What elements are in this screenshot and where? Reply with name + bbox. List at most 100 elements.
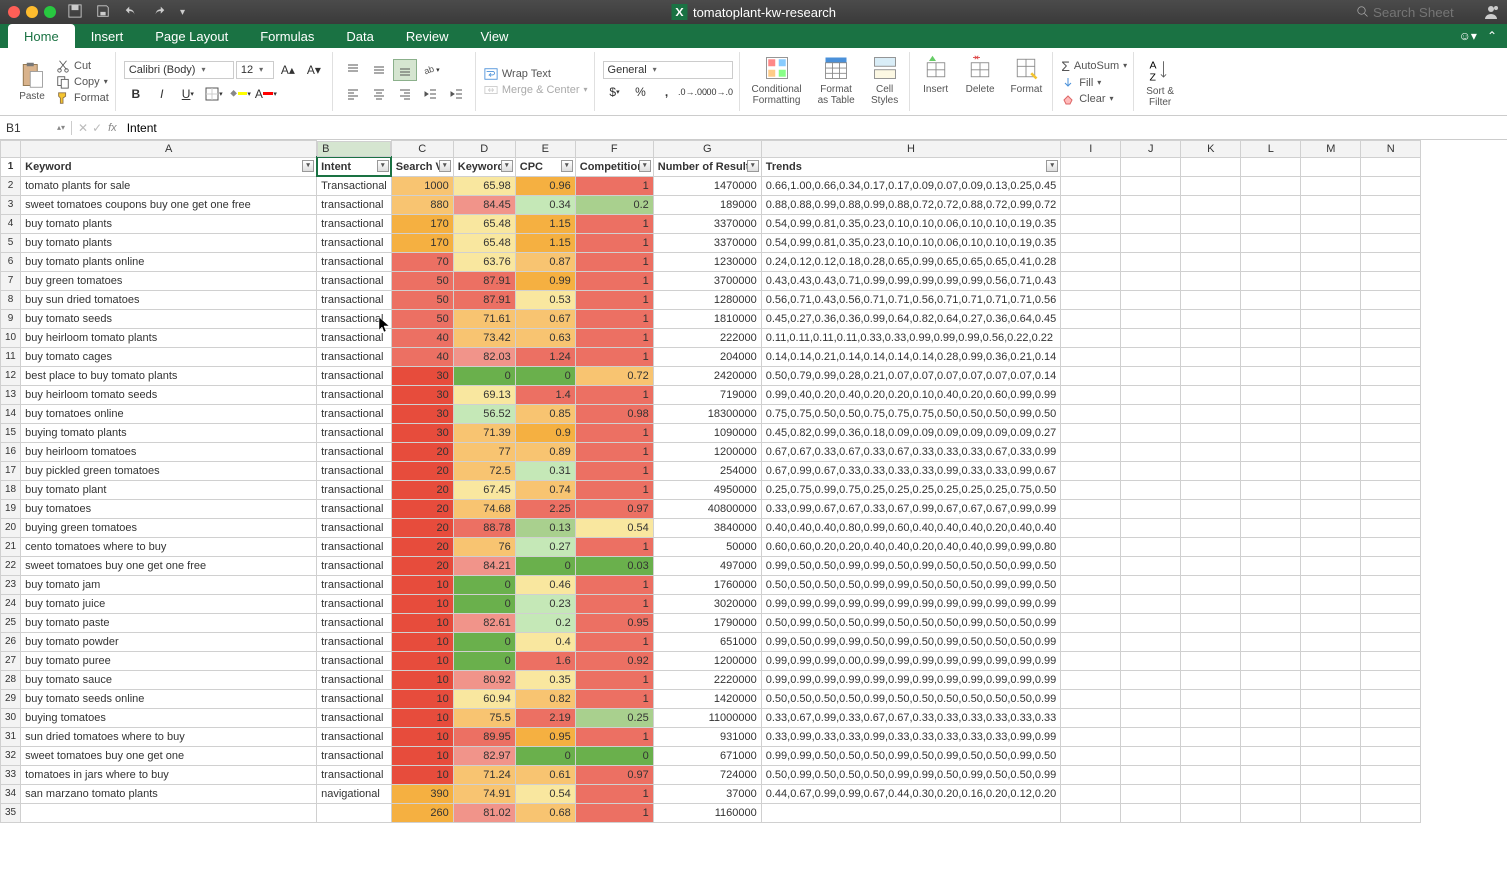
cell[interactable]: 0.97 [575, 499, 653, 518]
cell[interactable]: 0.87 [515, 252, 575, 271]
row-header[interactable]: 14 [1, 404, 21, 423]
cell[interactable]: 0.2 [575, 195, 653, 214]
cell[interactable]: 20 [391, 499, 453, 518]
cell[interactable]: 87.91 [453, 290, 515, 309]
cell[interactable]: 1810000 [653, 309, 761, 328]
cell[interactable]: 1200000 [653, 442, 761, 461]
cell[interactable]: 1 [575, 252, 653, 271]
cell[interactable]: 0.54,0.99,0.81,0.35,0.23,0.10,0.10,0.06,… [761, 214, 1061, 233]
save-icon[interactable] [96, 4, 110, 21]
minimize-window[interactable] [26, 6, 38, 18]
cell[interactable]: 1 [575, 442, 653, 461]
cell[interactable]: 1.15 [515, 233, 575, 252]
col-header-E[interactable]: E [515, 141, 575, 158]
cell[interactable]: 0 [453, 366, 515, 385]
row-header[interactable]: 30 [1, 708, 21, 727]
cell[interactable]: 0.11,0.11,0.11,0.11,0.33,0.33,0.99,0.99,… [761, 328, 1061, 347]
cell[interactable]: 1 [575, 328, 653, 347]
cell[interactable]: 10 [391, 708, 453, 727]
cell[interactable]: 88.78 [453, 518, 515, 537]
cell[interactable]: 11000000 [653, 708, 761, 727]
accept-formula-icon[interactable]: ✓ [92, 121, 102, 135]
col-header-D[interactable]: D [453, 141, 515, 158]
cell[interactable]: 204000 [653, 347, 761, 366]
row-header[interactable]: 6 [1, 252, 21, 271]
increase-decimal-icon[interactable]: .0→.00 [681, 81, 705, 103]
row-header[interactable]: 22 [1, 556, 21, 575]
cell[interactable]: transactional [317, 518, 392, 537]
cell[interactable]: 73.42 [453, 328, 515, 347]
cell[interactable]: buy tomato plants [21, 214, 317, 233]
cell[interactable]: 1790000 [653, 613, 761, 632]
search-sheet[interactable] [1357, 5, 1473, 20]
cut-button[interactable]: Cut [56, 59, 109, 73]
cell[interactable]: 1160000 [653, 803, 761, 822]
qat-dropdown-icon[interactable]: ▾ [180, 7, 185, 18]
tab-formulas[interactable]: Formulas [244, 24, 330, 48]
col-header-I[interactable]: I [1061, 141, 1121, 158]
cell[interactable]: 30 [391, 366, 453, 385]
table-header-cell[interactable]: CPC▾ [515, 157, 575, 176]
cell[interactable]: 20 [391, 480, 453, 499]
format-painter-button[interactable]: Format [56, 91, 109, 105]
cell[interactable]: 1 [575, 727, 653, 746]
cell[interactable]: 72.5 [453, 461, 515, 480]
cell[interactable]: 1 [575, 423, 653, 442]
cell[interactable]: buying tomato plants [21, 423, 317, 442]
row-header[interactable]: 24 [1, 594, 21, 613]
cell[interactable]: buy tomato cages [21, 347, 317, 366]
cell[interactable]: 0 [453, 651, 515, 670]
cell[interactable]: transactional [317, 385, 392, 404]
cell[interactable]: transactional [317, 328, 392, 347]
cell[interactable] [317, 803, 392, 822]
cell[interactable]: buy tomato plant [21, 480, 317, 499]
row-header[interactable]: 23 [1, 575, 21, 594]
cell[interactable]: 2420000 [653, 366, 761, 385]
cell[interactable]: buy heirloom tomato plants [21, 328, 317, 347]
cell[interactable]: 3840000 [653, 518, 761, 537]
cell[interactable]: 0.99,0.99,0.99,0.00,0.99,0.99,0.99,0.99,… [761, 651, 1061, 670]
cell[interactable]: 10 [391, 670, 453, 689]
cell[interactable]: 0.43,0.43,0.43,0.71,0.99,0.99,0.99,0.99,… [761, 271, 1061, 290]
percent-icon[interactable]: % [629, 81, 653, 103]
cell[interactable]: 0.33,0.99,0.33,0.33,0.99,0.33,0.33,0.33,… [761, 727, 1061, 746]
cell[interactable]: 0.24,0.12,0.12,0.18,0.28,0.65,0.99,0.65,… [761, 252, 1061, 271]
currency-icon[interactable]: $▾ [603, 81, 627, 103]
cell[interactable]: 20 [391, 518, 453, 537]
row-header[interactable]: 8 [1, 290, 21, 309]
cell[interactable]: transactional [317, 404, 392, 423]
row-header[interactable]: 17 [1, 461, 21, 480]
filter-icon[interactable]: ▾ [501, 160, 513, 172]
borders-button[interactable]: ▾ [202, 83, 226, 105]
cell[interactable]: 37000 [653, 784, 761, 803]
cell[interactable]: 0.61 [515, 765, 575, 784]
cell[interactable]: 0.66,1.00,0.66,0.34,0.17,0.17,0.09,0.07,… [761, 176, 1061, 195]
cell[interactable]: 30 [391, 404, 453, 423]
undo-icon[interactable] [124, 4, 138, 21]
col-header-L[interactable]: L [1241, 141, 1301, 158]
cell[interactable]: 2220000 [653, 670, 761, 689]
cell[interactable]: 84.45 [453, 195, 515, 214]
cell[interactable]: transactional [317, 499, 392, 518]
cell[interactable]: 10 [391, 651, 453, 670]
cell[interactable]: transactional [317, 252, 392, 271]
cell[interactable]: tomato plants for sale [21, 176, 317, 195]
smiley-icon[interactable]: ☺▾ [1459, 29, 1477, 43]
cell[interactable]: buy pickled green tomatoes [21, 461, 317, 480]
cell[interactable]: 0.75,0.75,0.50,0.50,0.75,0.75,0.75,0.50,… [761, 404, 1061, 423]
cell[interactable]: 0.99 [515, 271, 575, 290]
cell[interactable]: 40 [391, 347, 453, 366]
cell[interactable]: 1 [575, 271, 653, 290]
cell[interactable]: 0.25,0.75,0.99,0.75,0.25,0.25,0.25,0.25,… [761, 480, 1061, 499]
col-header-N[interactable]: N [1361, 141, 1421, 158]
cell[interactable]: 0.03 [575, 556, 653, 575]
cell[interactable]: 0.95 [575, 613, 653, 632]
cell[interactable]: 1 [575, 537, 653, 556]
tab-data[interactable]: Data [330, 24, 389, 48]
cell[interactable]: 1000 [391, 176, 453, 195]
col-header-A[interactable]: A [21, 141, 317, 158]
cell[interactable]: 0.34 [515, 195, 575, 214]
cell[interactable]: 0.68 [515, 803, 575, 822]
format-cells-button[interactable]: Format [1007, 52, 1047, 111]
cell[interactable]: 0.13 [515, 518, 575, 537]
